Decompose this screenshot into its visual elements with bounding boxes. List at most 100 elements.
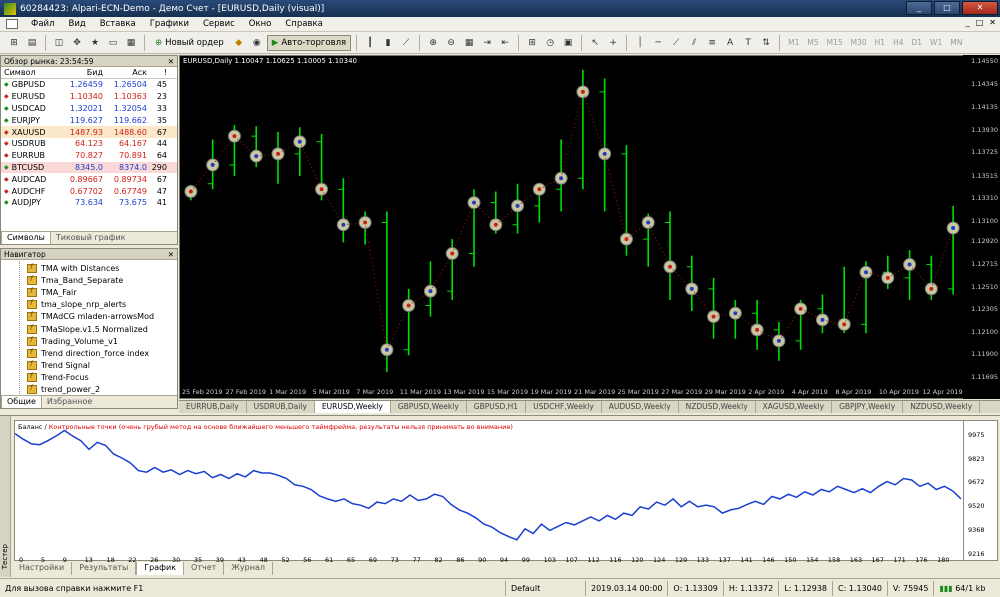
market-watch-row[interactable]: ◆ AUDCAD 0.89667 0.89734 67	[1, 173, 177, 185]
menu-insert[interactable]: Вставка	[93, 19, 143, 29]
tab-results[interactable]: Результаты	[72, 562, 137, 575]
crosshair-icon[interactable]: +	[605, 35, 621, 51]
horizontal-line-icon[interactable]: ─	[650, 35, 666, 51]
equidistant-channel-icon[interactable]: ⫽	[686, 35, 702, 51]
indicators-icon[interactable]: ⊞	[524, 35, 540, 51]
menu-tools[interactable]: Сервис	[196, 19, 242, 29]
terminal-icon[interactable]: ▭	[105, 35, 121, 51]
market-watch-icon[interactable]: ◫	[51, 35, 67, 51]
timeframe-h4[interactable]: H4	[890, 38, 906, 47]
chart-tab[interactable]: GBPJPY,Weekly	[832, 401, 904, 413]
periods-icon[interactable]: ◷	[542, 35, 558, 51]
zoom-in-icon[interactable]: ⊕	[425, 35, 441, 51]
chart-tab[interactable]: USDCHF,Weekly	[526, 401, 602, 413]
menu-window[interactable]: Окно	[242, 19, 279, 29]
tab-tick-chart[interactable]: Тиковый график	[51, 232, 131, 244]
chart-tab[interactable]: EURRUB,Daily	[179, 401, 247, 413]
maximize-button[interactable]: □	[934, 1, 960, 15]
mdi-close-button[interactable]: ✕	[989, 18, 996, 27]
timeframe-m5[interactable]: M5	[804, 38, 821, 47]
navigator-indicator-item[interactable]: Trend-Focus	[1, 372, 177, 384]
menu-view[interactable]: Вид	[61, 19, 92, 29]
candlestick-icon[interactable]: ▮	[380, 35, 396, 51]
market-watch-row[interactable]: ◆ EURUSD 1.10340 1.10363 23	[1, 91, 177, 103]
navigator-indicator-item[interactable]: Trading_Volume_v1	[1, 335, 177, 347]
metaeditor-icon[interactable]: ◆	[231, 35, 247, 51]
data-window-icon[interactable]: ✥	[69, 35, 85, 51]
column-ask[interactable]: Аск	[103, 68, 147, 77]
timeframe-d1[interactable]: D1	[909, 38, 926, 47]
tester-icon[interactable]: ▦	[123, 35, 139, 51]
navigator-icon[interactable]: ★	[87, 35, 103, 51]
close-icon[interactable]: ✕	[168, 56, 174, 67]
market-watch-row[interactable]: ◆ USDRUB 64.123 64.167 44	[1, 138, 177, 150]
timeframe-mn[interactable]: MN	[947, 38, 965, 47]
menu-charts[interactable]: Графики	[143, 19, 196, 29]
price-scale[interactable]: 1.14550 1.14345 1.14135 1.13930 1.13725 1.135…	[963, 55, 1000, 399]
new-order-button[interactable]: ⊕ Новый ордер	[150, 35, 229, 51]
close-icon[interactable]: ✕	[168, 249, 174, 260]
navigator-indicator-item[interactable]: Tma_Band_Separate	[1, 274, 177, 286]
navigator-indicator-item[interactable]: TMA_Fair	[1, 286, 177, 298]
timeframe-w1[interactable]: W1	[927, 38, 945, 47]
chart-tab[interactable]: EURUSD,Weekly	[314, 401, 391, 413]
column-symbol[interactable]: Символ	[1, 68, 59, 77]
chart-shift-icon[interactable]: ⇤	[497, 35, 513, 51]
market-watch-row[interactable]: ◆ EURJPY 119.627 119.662 35	[1, 114, 177, 126]
market-watch-row[interactable]: ◆ AUDJPY 73.634 73.675 41	[1, 197, 177, 209]
tab-settings[interactable]: Настройки	[12, 562, 73, 575]
text-icon[interactable]: A	[722, 35, 738, 51]
chart-tab[interactable]: XAGUSD,Weekly	[756, 401, 833, 413]
bar-chart-icon[interactable]: ┃	[362, 35, 378, 51]
menu-help[interactable]: Справка	[278, 19, 329, 29]
zoom-out-icon[interactable]: ⊖	[443, 35, 459, 51]
mdi-restore-button[interactable]: □	[976, 18, 984, 27]
column-spread[interactable]: !	[147, 68, 169, 77]
auto-scroll-icon[interactable]: ⇥	[479, 35, 495, 51]
tab-graph[interactable]: График	[136, 562, 185, 575]
profiles-icon[interactable]: ▤	[24, 35, 40, 51]
chart-tab[interactable]: NZDUSD,Weekly	[679, 401, 756, 413]
price-chart[interactable]: EURUSD,Daily 1.10047 1.10625 1.10005 1.1…	[179, 55, 975, 399]
tab-journal[interactable]: Журнал	[224, 562, 273, 575]
timeframe-h1[interactable]: H1	[872, 38, 888, 47]
new-chart-icon[interactable]: ⊞	[6, 35, 22, 51]
column-bid[interactable]: Бид	[59, 68, 103, 77]
market-watch-row[interactable]: ◆ XAUUSD 1487.93 1488.60 67	[1, 126, 177, 138]
timeframe-m1[interactable]: M1	[785, 38, 802, 47]
navigator-indicator-item[interactable]: TMAdCG mladen-arrowsMod	[1, 311, 177, 323]
chart-tab[interactable]: NZDUSD,Weekly	[903, 401, 981, 413]
options-icon[interactable]: ◉	[249, 35, 265, 51]
market-watch-row[interactable]: ◆ BTCUSD 8345.0 8374.0 290	[1, 161, 177, 174]
trendline-icon[interactable]: ⟋	[668, 35, 684, 51]
chart-tab[interactable]: GBPUSD,H1	[467, 401, 527, 413]
line-chart-icon[interactable]: ⟋	[398, 35, 414, 51]
cursor-icon[interactable]: ↖	[587, 35, 603, 51]
navigator-indicator-item[interactable]: Trend direction_force index	[1, 347, 177, 359]
close-button[interactable]: ✕	[962, 1, 998, 15]
text-label-icon[interactable]: T	[740, 35, 756, 51]
auto-trading-button[interactable]: ▶ Авто-торговля	[266, 34, 352, 51]
tab-common[interactable]: Общие	[1, 396, 42, 408]
chart-tab[interactable]: USDRUB,Daily	[247, 401, 315, 413]
market-watch-row[interactable]: ◆ EURRUB 70.827 70.891 64	[1, 150, 177, 162]
timeframe-m15[interactable]: M15	[824, 38, 846, 47]
chart-tab[interactable]: AUDUSD,Weekly	[602, 401, 679, 413]
market-watch-row[interactable]: ◆ USDCAD 1.32021 1.32054 33	[1, 103, 177, 115]
navigator-indicator-item[interactable]: Trend Signal	[1, 360, 177, 372]
market-watch-row[interactable]: ◆ AUDCHF 0.67702 0.67749 47	[1, 185, 177, 197]
templates-icon[interactable]: ▣	[560, 35, 576, 51]
tab-report[interactable]: Отчет	[184, 562, 225, 575]
tile-windows-icon[interactable]: ▦	[461, 35, 477, 51]
chart-tab[interactable]: GBPUSD,Weekly	[391, 401, 467, 413]
tab-symbols[interactable]: Символы	[1, 232, 51, 244]
tab-favorites[interactable]: Избранное	[42, 396, 97, 408]
minimize-button[interactable]: _	[906, 1, 932, 15]
navigator-indicator-item[interactable]: tma_slope_nrp_alerts	[1, 299, 177, 311]
navigator-indicator-item[interactable]: TMaSlope.v1.5 Normalized	[1, 323, 177, 335]
vertical-line-icon[interactable]: │	[632, 35, 648, 51]
fibonacci-icon[interactable]: ≡	[704, 35, 720, 51]
navigator-indicator-item[interactable]: TMA with Distances	[1, 262, 177, 274]
timeframe-m30[interactable]: M30	[848, 38, 870, 47]
mdi-minimize-button[interactable]: _	[966, 18, 970, 27]
